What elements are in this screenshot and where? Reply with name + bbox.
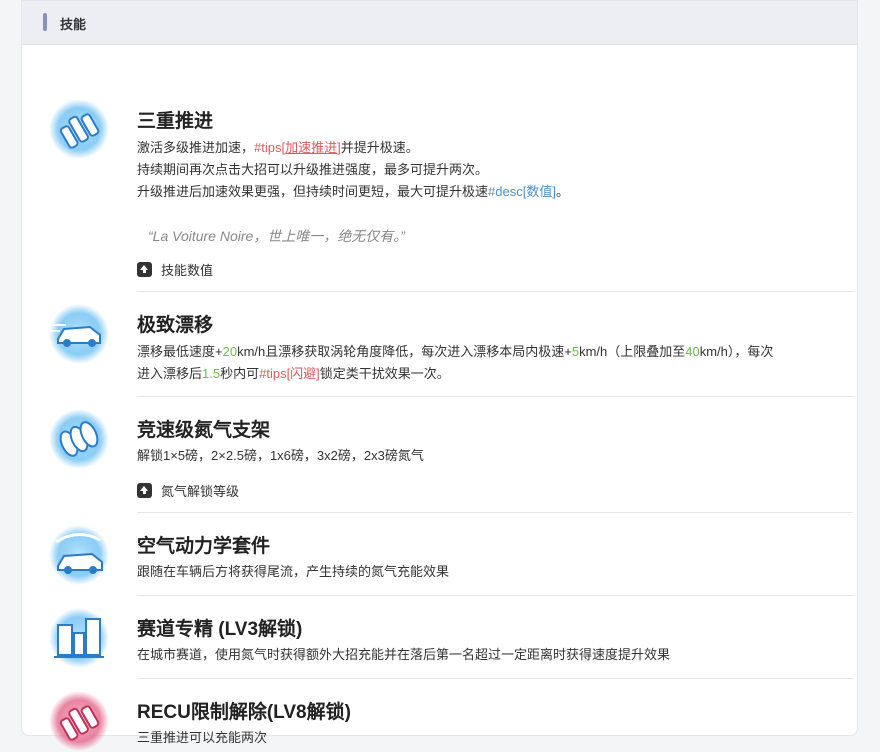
arrow-up-icon xyxy=(137,262,152,277)
tips-link[interactable]: 加速推进 xyxy=(285,140,337,155)
drift-car-icon xyxy=(49,304,109,364)
skill-title: 极致漂移 xyxy=(137,315,214,336)
divider xyxy=(137,595,853,596)
expand-label: 技能数值 xyxy=(161,263,214,278)
panel-title: 技能 xyxy=(60,17,87,32)
skill-description: 解锁1×5磅，2×2.5磅，1x6磅，3x2磅，2x3磅氮气 xyxy=(137,448,424,463)
divider xyxy=(137,291,853,292)
skill-title: 三重推进 xyxy=(137,111,214,132)
divider xyxy=(137,396,853,397)
panel-header: 技能 xyxy=(22,1,857,45)
skill-quote: “La Voiture Noire，世上唯一，绝无仅有。” xyxy=(148,228,405,244)
divider xyxy=(137,512,853,513)
skill-title: 赛道专精 (LV3解锁) xyxy=(137,619,303,640)
desc-value-link[interactable]: #desc[数值] xyxy=(488,184,556,199)
arrow-up-icon xyxy=(137,483,152,498)
tips-link[interactable]: #tips[闪避] xyxy=(259,366,320,381)
expand-label: 氮气解锁等级 xyxy=(161,484,240,499)
aero-kit-icon xyxy=(49,525,109,585)
skill-title: 空气动力学套件 xyxy=(137,536,271,557)
skill-description: 激活多级推进加速，#tips[加速推进]并提升极速。 持续期间再次点击大招可以升… xyxy=(137,140,569,199)
skill-title: RECU限制解除(LV8解锁) xyxy=(137,702,351,723)
skill-title: 竞速级氮气支架 xyxy=(137,420,271,441)
triple-boost-icon xyxy=(49,99,109,159)
skill-description: 漂移最低速度+20km/h且漂移获取涡轮角度降低，每次进入漂移本局内极速+5km… xyxy=(137,344,774,381)
expand-nitro-levels-button[interactable]: 氮气解锁等级 xyxy=(137,481,239,500)
recu-unlock-icon xyxy=(49,691,109,751)
city-track-icon xyxy=(49,608,109,668)
expand-skill-values-button[interactable]: 技能数值 xyxy=(137,260,213,279)
skill-description: 跟随在车辆后方将获得尾流，产生持续的氮气充能效果 xyxy=(137,564,450,579)
skill-description: 在城市赛道，使用氮气时获得额外大招充能并在落后第一名超过一定距离时获得速度提升效… xyxy=(137,647,671,662)
header-accent-bar xyxy=(43,13,47,31)
divider xyxy=(137,678,853,679)
skills-panel: 技能 三重推进 激活多级推进加速，#tips[加速推进]并提升极速。 持续期间再… xyxy=(21,0,858,751)
nitro-rack-icon xyxy=(49,409,109,469)
